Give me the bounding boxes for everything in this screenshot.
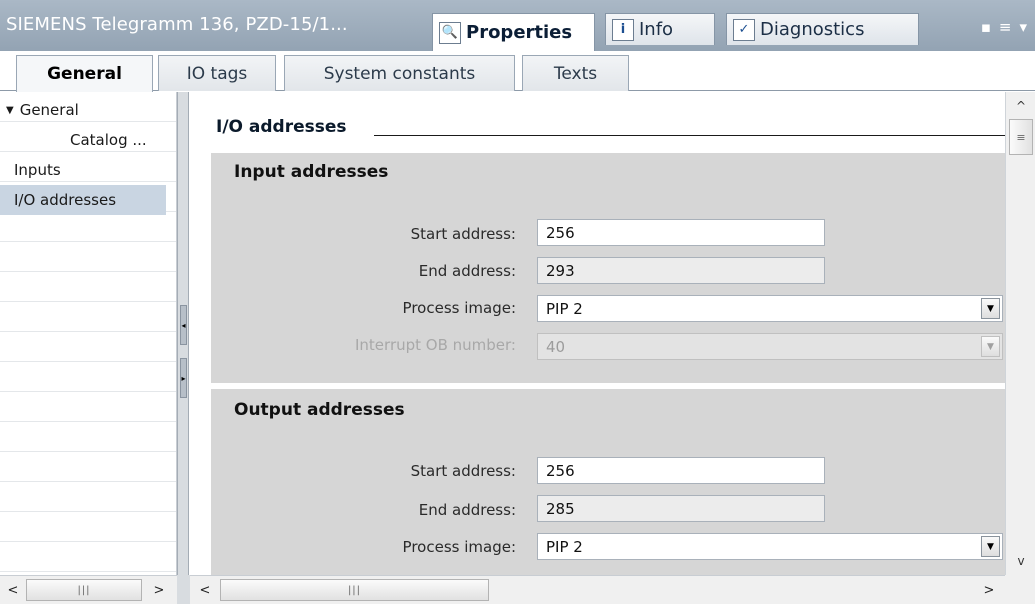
tab-info[interactable]: i Info	[605, 13, 715, 45]
splitter-corner	[177, 575, 190, 604]
window-controls: ▪ ≡ ▾	[981, 18, 1027, 36]
nav-thumb-grip-icon: |||	[77, 584, 91, 596]
input-start-label: Start address:	[410, 225, 516, 243]
content-thumb-grip-icon: |||	[347, 584, 362, 596]
content-scroll-right-icon[interactable]: >	[978, 579, 1000, 601]
vertical-scrollbar[interactable]: ^ ≡ v	[1005, 92, 1035, 575]
nav-scroll-right-icon[interactable]: >	[148, 579, 170, 601]
nav-scroll-left-icon[interactable]: <	[2, 579, 24, 601]
chevron-down-icon[interactable]: ▼	[981, 298, 1000, 319]
nav-item-general[interactable]: ▼ General	[0, 95, 176, 125]
tab-general[interactable]: General	[16, 55, 153, 92]
chevron-down-icon: ▼	[981, 336, 1000, 357]
output-start-label: Start address:	[410, 462, 516, 480]
section-title: I/O addresses	[216, 117, 347, 137]
interrupt-ob-label: Interrupt OB number:	[355, 336, 516, 354]
pane-splitter[interactable]: ◂ ▸	[177, 92, 189, 575]
tab-properties-label: Properties	[466, 22, 573, 43]
nav-item-general-label: General	[19, 101, 79, 119]
section-divider	[374, 135, 1005, 136]
output-start-value: 256	[546, 461, 575, 480]
output-process-image-select[interactable]: PIP 2 ▼	[537, 533, 1003, 560]
diagnostics-icon: ✓	[733, 18, 755, 41]
interrupt-ob-value: 40	[546, 337, 566, 356]
expand-right-icon[interactable]: ▸	[180, 358, 187, 398]
input-addresses-panel: Input addresses Start address: 256 End a…	[211, 153, 1005, 383]
expand-arrow-icon[interactable]: ▼	[6, 105, 14, 116]
scrollbar-corner	[1005, 575, 1035, 604]
inspector-title-bar: SIEMENS Telegramm 136, PZD-15/1... 🔍 Pro…	[0, 0, 1035, 51]
vertical-scroll-thumb[interactable]: ≡	[1009, 119, 1033, 155]
input-process-image-select[interactable]: PIP 2 ▼	[537, 295, 1003, 322]
input-pip-label: Process image:	[402, 299, 516, 317]
input-pip-value: PIP 2	[546, 299, 583, 318]
nav-horizontal-thumb[interactable]: |||	[26, 579, 142, 601]
properties-icon: 🔍	[439, 21, 461, 44]
subtab-bar: General IO tags System constants Texts	[0, 51, 1035, 92]
tab-diagnostics[interactable]: ✓ Diagnostics	[726, 13, 919, 45]
nav-item-inputs[interactable]: Inputs	[0, 155, 176, 185]
tab-properties[interactable]: 🔍 Properties	[432, 13, 595, 51]
menu-dropdown-icon[interactable]: ▾	[1019, 18, 1027, 36]
properties-content: I/O addresses Input addresses Start addr…	[190, 92, 1005, 575]
nav-item-catalog[interactable]: Catalog ...	[0, 125, 176, 155]
output-addresses-title: Output addresses	[234, 400, 405, 420]
properties-nav-tree: ▼ General Catalog ... Inputs I/O address…	[0, 92, 177, 575]
input-end-address-field: 293	[537, 257, 825, 284]
tab-texts[interactable]: Texts	[522, 55, 629, 91]
tab-system-constants[interactable]: System constants	[284, 55, 515, 91]
input-start-value: 256	[546, 223, 575, 242]
interrupt-ob-select: 40 ▼	[537, 333, 1003, 360]
output-start-address-field[interactable]: 256	[537, 457, 825, 484]
output-end-label: End address:	[418, 501, 516, 519]
window-title: SIEMENS Telegramm 136, PZD-15/1...	[6, 14, 348, 35]
output-end-value: 285	[546, 499, 575, 518]
content-scroll-left-icon[interactable]: <	[194, 579, 216, 601]
collapse-left-icon[interactable]: ◂	[180, 305, 187, 345]
tab-info-label: Info	[639, 19, 674, 40]
tab-io-tags[interactable]: IO tags	[158, 55, 276, 91]
chevron-down-icon[interactable]: ▼	[981, 536, 1000, 557]
nav-item-io-addresses[interactable]: I/O addresses	[0, 185, 166, 215]
restore-icon[interactable]: ▪	[981, 18, 991, 36]
thumb-grip-icon: ≡	[1016, 130, 1026, 144]
scroll-up-icon[interactable]: ^	[1010, 95, 1032, 117]
input-start-address-field[interactable]: 256	[537, 219, 825, 246]
input-addresses-title: Input addresses	[234, 162, 389, 182]
scroll-down-icon[interactable]: v	[1010, 550, 1032, 572]
input-end-value: 293	[546, 261, 575, 280]
info-icon: i	[612, 18, 634, 41]
nav-horizontal-scrollbar[interactable]: < ||| >	[0, 575, 177, 604]
list-icon[interactable]: ≡	[999, 18, 1012, 36]
output-addresses-panel: Output addresses Start address: 256 End …	[211, 389, 1005, 575]
content-horizontal-thumb[interactable]: |||	[220, 579, 489, 601]
content-horizontal-scrollbar[interactable]: < ||| >	[190, 575, 1005, 604]
output-pip-value: PIP 2	[546, 537, 583, 556]
output-pip-label: Process image:	[402, 538, 516, 556]
input-end-label: End address:	[418, 262, 516, 280]
tab-diagnostics-label: Diagnostics	[760, 19, 865, 40]
output-end-address-field: 285	[537, 495, 825, 522]
